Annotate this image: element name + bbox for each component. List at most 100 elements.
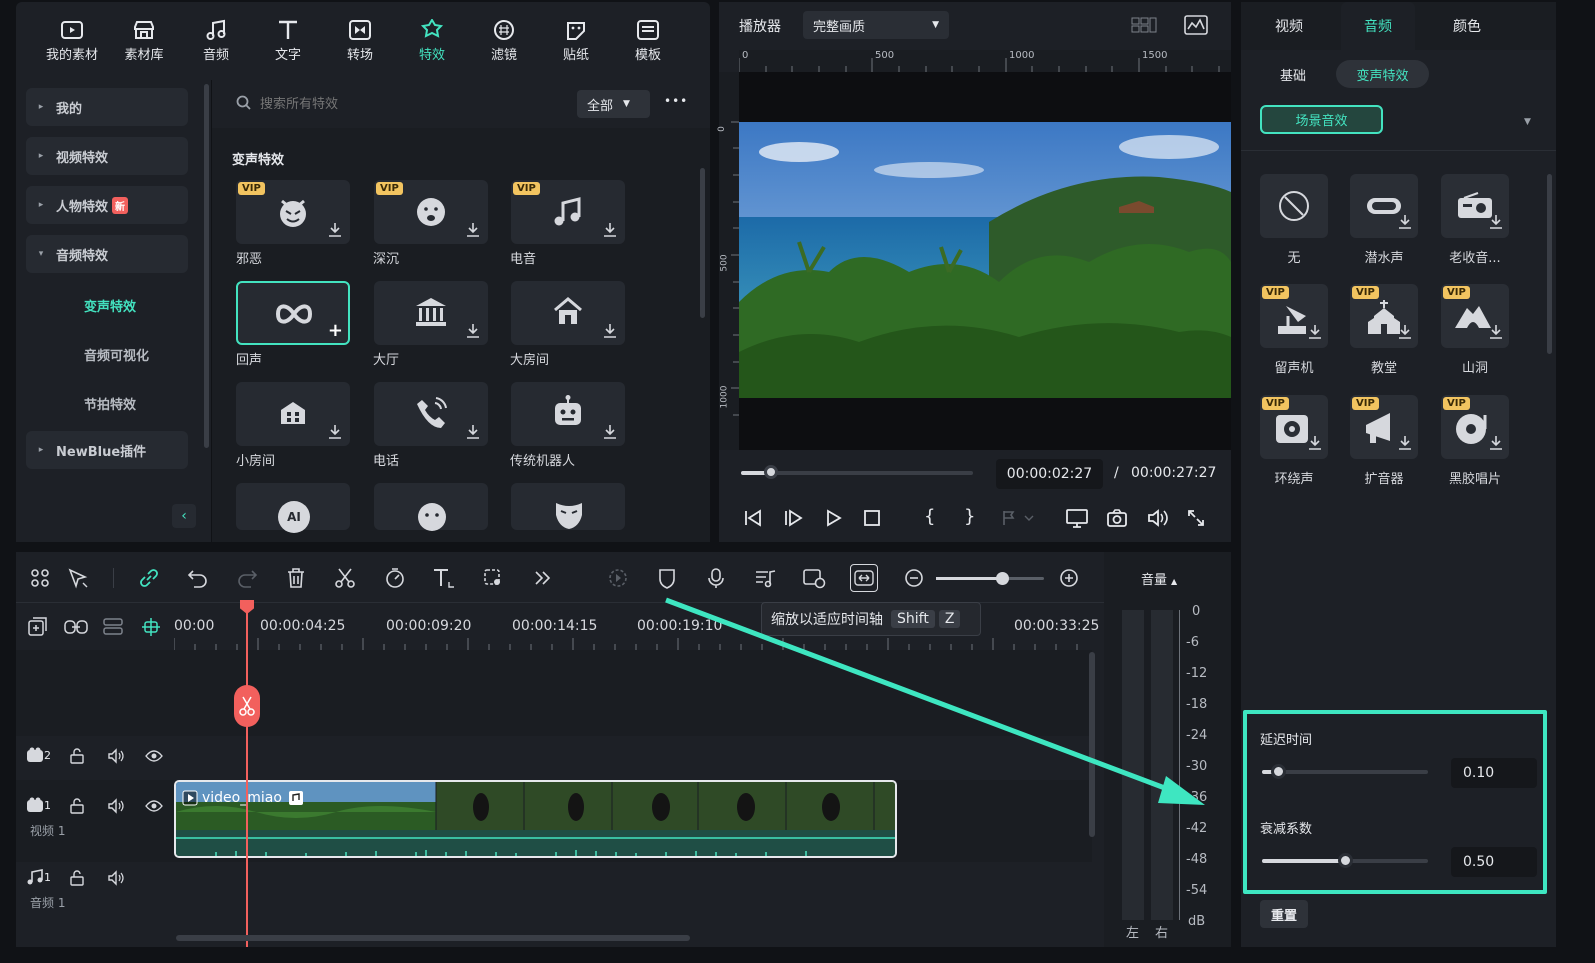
mute-speaker-icon[interactable]: [107, 870, 125, 886]
toolbar-transition[interactable]: 转场: [324, 16, 396, 63]
download-icon[interactable]: [1398, 214, 1412, 230]
link-icon[interactable]: [137, 566, 161, 590]
playback-progress-track[interactable]: [741, 465, 973, 479]
effect-card-baby[interactable]: [374, 483, 488, 531]
sfx-scrollbar[interactable]: [1547, 174, 1552, 354]
track-list-icon[interactable]: [102, 617, 124, 637]
download-icon[interactable]: [1489, 324, 1503, 340]
download-icon[interactable]: [603, 424, 617, 440]
text-tool-icon[interactable]: [432, 566, 456, 590]
quality-select[interactable]: 完整画质 ▼: [803, 11, 949, 39]
download-icon[interactable]: [466, 222, 480, 238]
tab-audio[interactable]: 音频: [1341, 2, 1415, 50]
scissors-icon[interactable]: [333, 566, 357, 590]
shield-icon[interactable]: [655, 566, 679, 590]
link-clips-icon[interactable]: [64, 618, 88, 636]
effect-card-big-room[interactable]: [511, 281, 625, 345]
mark-in-icon[interactable]: {: [924, 506, 935, 527]
category-newblue[interactable]: ▸ NewBlue插件: [26, 431, 188, 469]
toolbar-my-media[interactable]: 我的素材: [36, 16, 108, 63]
snap-magnet-icon[interactable]: [140, 616, 162, 638]
category-person-effects[interactable]: ▸ 人物特效新: [26, 186, 188, 224]
download-icon[interactable]: [466, 323, 480, 339]
waveform-monitor-icon[interactable]: [1184, 15, 1208, 35]
category-audio-effects[interactable]: ▾ 音频特效: [26, 235, 188, 273]
toolbar-sticker[interactable]: 贴纸: [540, 16, 612, 63]
select-tool-icon[interactable]: [66, 566, 90, 590]
zoom-out-icon[interactable]: [902, 566, 926, 590]
zoom-slider[interactable]: [936, 572, 1044, 585]
toolbar-audio[interactable]: 音频: [180, 16, 252, 63]
decay-value-input[interactable]: 0.50: [1451, 847, 1537, 877]
scene-sound-dropdown[interactable]: 场景音效: [1260, 105, 1383, 134]
sfx-card-church[interactable]: VIP: [1350, 284, 1418, 348]
subtab-voice-change[interactable]: 变声特效: [1336, 60, 1429, 88]
search-input[interactable]: [260, 92, 560, 116]
sfx-card-none[interactable]: [1260, 174, 1328, 238]
download-icon[interactable]: [466, 424, 480, 440]
microphone-icon[interactable]: [704, 566, 728, 590]
visibility-eye-icon[interactable]: [145, 749, 163, 763]
effect-card-deep[interactable]: VIP: [374, 180, 488, 244]
download-icon[interactable]: [1489, 435, 1503, 451]
redo-icon[interactable]: [235, 566, 259, 590]
download-icon[interactable]: [328, 222, 342, 238]
visibility-eye-icon[interactable]: [145, 799, 163, 813]
more-tools-icon[interactable]: [530, 566, 554, 590]
effect-card-small-room[interactable]: [236, 382, 350, 446]
sidebar-scrollbar[interactable]: [204, 84, 209, 448]
zoom-slider-handle[interactable]: [996, 572, 1010, 585]
download-icon[interactable]: [328, 424, 342, 440]
delay-slider-handle[interactable]: [1271, 764, 1287, 779]
zoom-to-fit-button[interactable]: [850, 564, 878, 592]
toolbar-filter[interactable]: 滤镜: [468, 16, 540, 63]
reset-button[interactable]: 重置: [1260, 900, 1308, 928]
mute-speaker-icon[interactable]: [107, 748, 125, 764]
speed-icon[interactable]: [383, 566, 407, 590]
sfx-card-vinyl[interactable]: VIP: [1441, 395, 1509, 459]
lock-icon[interactable]: [69, 748, 85, 764]
zoom-in-icon[interactable]: [1057, 566, 1081, 590]
fullscreen-icon[interactable]: [1186, 508, 1206, 528]
effect-card-mask[interactable]: [511, 483, 625, 530]
download-icon[interactable]: [1398, 324, 1412, 340]
chevron-down-icon[interactable]: ▼: [1524, 117, 1531, 127]
toolbar-effects[interactable]: 特效: [396, 16, 468, 63]
sfx-card-old-radio[interactable]: [1441, 174, 1509, 238]
download-icon[interactable]: [603, 222, 617, 238]
video-clip[interactable]: video_miao: [174, 780, 897, 858]
current-time[interactable]: 00:00:02:27: [996, 459, 1103, 489]
toolbar-template[interactable]: 模板: [612, 16, 684, 63]
subcategory-voice-change[interactable]: 变声特效: [84, 296, 136, 315]
playhead[interactable]: [246, 602, 248, 947]
download-icon[interactable]: [603, 323, 617, 339]
display-monitor-icon[interactable]: [1065, 507, 1089, 529]
play-icon[interactable]: [823, 508, 843, 528]
sfx-card-megaphone[interactable]: VIP: [1350, 395, 1418, 459]
effect-card-evil[interactable]: VIP: [236, 180, 350, 244]
download-icon[interactable]: [1489, 214, 1503, 230]
delete-icon[interactable]: [284, 566, 308, 590]
stop-icon[interactable]: [862, 508, 882, 528]
render-icon[interactable]: [606, 566, 630, 590]
more-menu-button[interactable]: •••: [664, 94, 688, 108]
tab-color[interactable]: 颜色: [1423, 2, 1511, 50]
marker-icon[interactable]: [1001, 508, 1037, 528]
timeline-horizontal-scrollbar[interactable]: [176, 935, 690, 941]
tab-video[interactable]: 视频: [1245, 2, 1333, 50]
layout-grid-icon[interactable]: [28, 566, 52, 590]
category-video-effects[interactable]: ▸ 视频特效: [26, 137, 188, 175]
sfx-card-surround[interactable]: VIP: [1260, 395, 1328, 459]
delay-value-input[interactable]: 0.10: [1451, 758, 1537, 788]
mark-out-icon[interactable]: }: [964, 506, 975, 527]
add-icon[interactable]: +: [328, 320, 343, 341]
lock-icon[interactable]: [69, 798, 85, 814]
download-icon[interactable]: [1308, 435, 1322, 451]
volume-meter-label[interactable]: 音量 ▲: [1141, 569, 1177, 588]
crop-icon[interactable]: [481, 566, 505, 590]
effects-scrollbar[interactable]: [700, 168, 705, 318]
sfx-card-cave[interactable]: VIP: [1441, 284, 1509, 348]
subcategory-audio-visual[interactable]: 音频可视化: [84, 345, 149, 364]
download-icon[interactable]: [1398, 435, 1412, 451]
video-canvas[interactable]: [739, 72, 1231, 450]
